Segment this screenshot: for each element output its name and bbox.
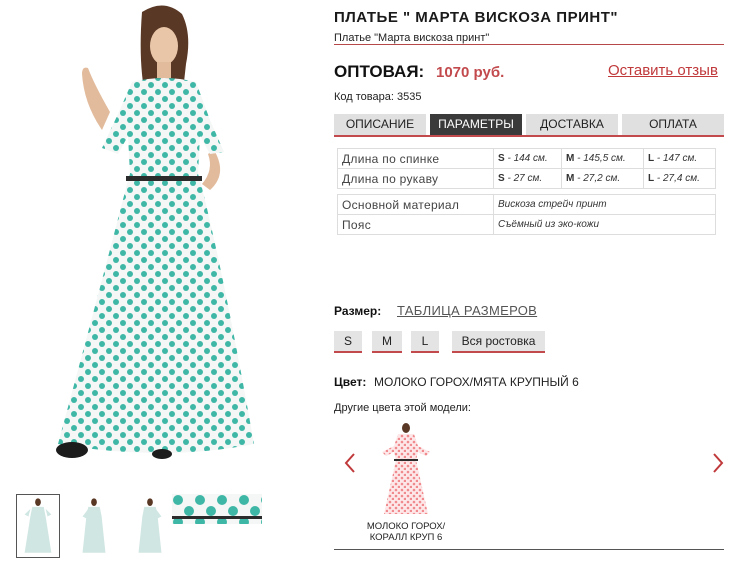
size-button-m[interactable]: M xyxy=(372,331,402,353)
tabs-underline xyxy=(334,135,724,137)
size-button-l[interactable]: L xyxy=(411,331,439,353)
product-tabs: ОПИСАНИЕ ПАРАМЕТРЫ ДОСТАВКА ОПЛАТА xyxy=(334,114,724,137)
thumbnail-1[interactable] xyxy=(16,494,60,558)
size-value-s: S - 27 см. xyxy=(493,168,562,189)
price-label: ОПТОВАЯ: xyxy=(334,62,425,81)
tab-payment[interactable]: ОПЛАТА xyxy=(622,114,724,135)
table-row: Длина по рукаву S - 27 см. M - 27,2 см. … xyxy=(337,168,716,189)
table-row: Длина по спинке S - 144 см. M - 145,5 см… xyxy=(337,148,716,169)
param-name: Длина по рукаву xyxy=(337,168,494,189)
product-title: ПЛАТЬЕ " МАРТА ВИСКОЗА ПРИНТ" xyxy=(334,9,618,26)
chevron-right-icon[interactable] xyxy=(710,452,726,474)
section-divider xyxy=(334,549,724,550)
leave-review-link[interactable]: Оставить отзыв xyxy=(608,62,718,79)
table-row: Пояс Съёмный из эко-кожи xyxy=(337,214,716,235)
product-sku: Код товара: 3535 xyxy=(334,91,422,103)
all-sizes-button[interactable]: Вся ростовка xyxy=(452,331,545,353)
color-label: Цвет: xyxy=(334,375,367,389)
size-value-l: L - 147 см. xyxy=(643,148,716,169)
tab-parameters[interactable]: ПАРАМЕТРЫ xyxy=(430,114,522,135)
size-value-m: M - 27,2 см. xyxy=(561,168,644,189)
other-colors-label: Другие цвета этой модели: xyxy=(334,402,471,414)
tab-description[interactable]: ОПИСАНИЕ xyxy=(334,114,426,135)
table-row: Основной материал Вискоза стрейч принт xyxy=(337,194,716,215)
param-value: Вискоза стрейч принт xyxy=(493,194,716,215)
param-name: Пояс xyxy=(337,214,494,235)
color-variant-card[interactable]: МОЛОКО ГОРОХ/КОРАЛЛ КРУП 6 xyxy=(364,422,448,543)
color-variant-caption: МОЛОКО ГОРОХ/КОРАЛЛ КРУП 6 xyxy=(366,521,446,543)
parameters-table: Длина по спинке S - 144 см. M - 145,5 см… xyxy=(337,148,716,235)
price-value: 1070 руб. xyxy=(436,64,505,81)
thumbnail-4-detail[interactable] xyxy=(172,494,262,524)
param-name: Основной материал xyxy=(337,194,494,215)
color-variant-image xyxy=(382,423,430,514)
chevron-left-icon[interactable] xyxy=(342,452,358,474)
thumbnail-3[interactable] xyxy=(128,494,172,558)
size-value-l: L - 27,4 см. xyxy=(643,168,716,189)
color-value: МОЛОКО ГОРОХ/МЯТА КРУПНЫЙ 6 xyxy=(374,375,579,389)
param-name: Длина по спинке xyxy=(337,148,494,169)
param-value: Съёмный из эко-кожи xyxy=(493,214,716,235)
title-divider xyxy=(334,44,724,45)
size-value-s: S - 144 см. xyxy=(493,148,562,169)
product-subtitle: Платье "Марта вискоза принт" xyxy=(334,32,490,44)
size-button-s[interactable]: S xyxy=(334,331,362,353)
thumbnail-2[interactable] xyxy=(72,494,116,558)
size-value-m: M - 145,5 см. xyxy=(561,148,644,169)
size-chart-link[interactable]: ТАБЛИЦА РАЗМЕРОВ xyxy=(397,303,537,318)
product-main-photo[interactable] xyxy=(14,4,314,470)
size-label: Размер: xyxy=(334,304,382,318)
tab-delivery[interactable]: ДОСТАВКА xyxy=(526,114,618,135)
